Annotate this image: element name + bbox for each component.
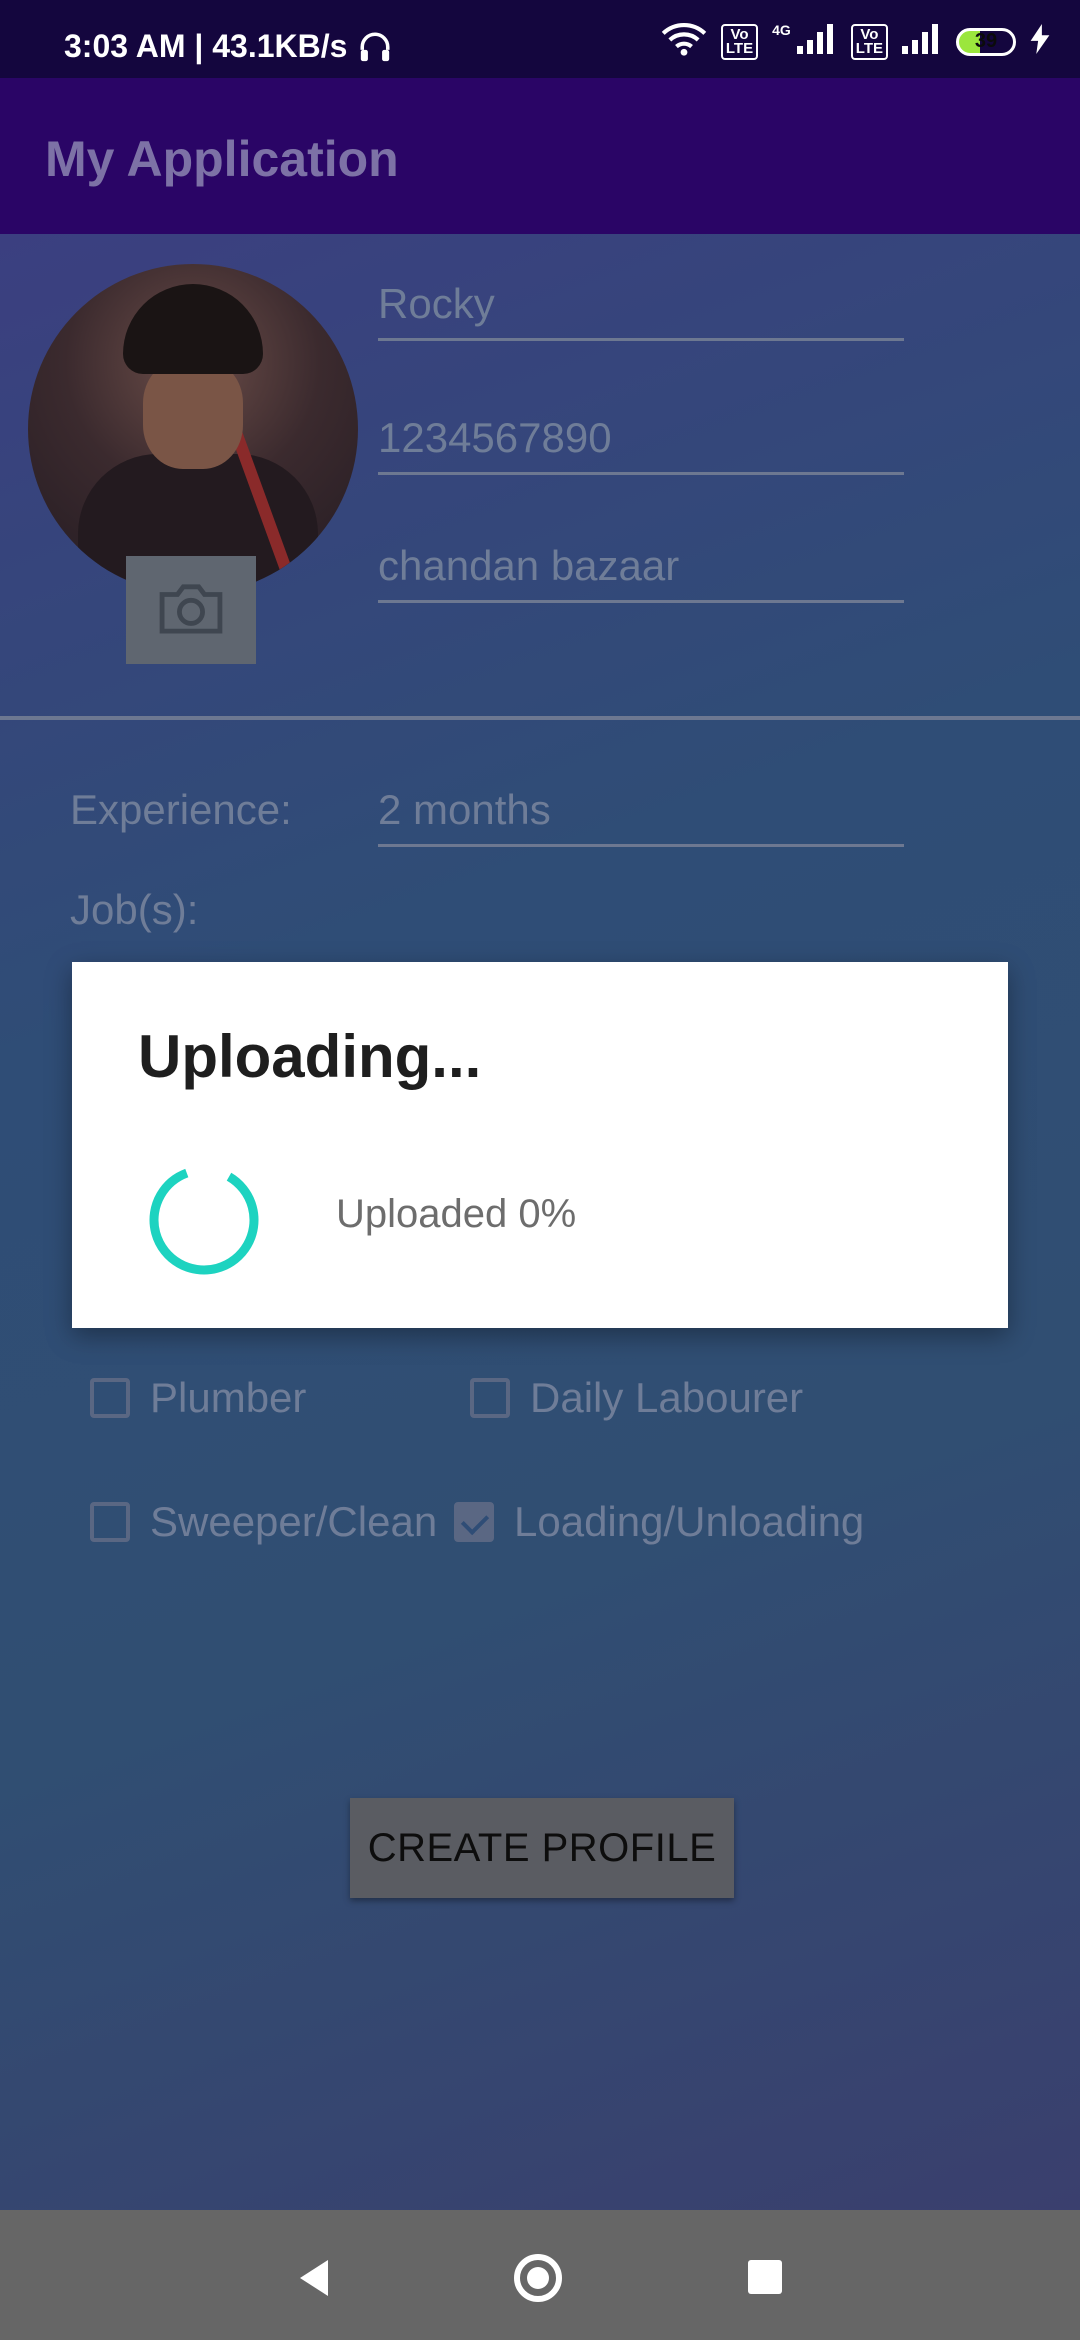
signal-icon-2	[902, 24, 942, 59]
job-label: Daily Labourer	[530, 1374, 804, 1421]
experience-label: Experience:	[70, 786, 292, 833]
system-nav-bar	[0, 2210, 1080, 2340]
jobs-label: Job(s):	[70, 886, 199, 933]
checkbox-checked-icon[interactable]	[454, 1502, 494, 1542]
address-field[interactable]: chandan bazaar	[378, 542, 904, 603]
network-type-label: 4G	[772, 22, 791, 38]
section-divider	[0, 716, 1080, 720]
back-icon[interactable]	[296, 2258, 332, 2303]
checkbox-icon[interactable]	[90, 1502, 130, 1542]
job-checkbox-loading-unloading[interactable]: Loading/Unloading	[454, 1498, 864, 1546]
job-checkbox-daily-labourer[interactable]: Daily Labourer	[470, 1374, 803, 1422]
job-label: Sweeper/Clean	[150, 1498, 438, 1545]
signal-icon-1	[796, 24, 837, 59]
app-bar: My Application	[0, 78, 1080, 234]
phone-field[interactable]: 1234567890	[378, 414, 904, 475]
change-photo-button[interactable]	[126, 556, 256, 664]
job-label: Loading/Unloading	[514, 1498, 865, 1545]
dialog-title: Uploading...	[138, 1023, 482, 1090]
headphones-icon	[358, 30, 392, 69]
status-icons: Vo LTE 4G Vo LTE 39	[661, 22, 1050, 61]
status-bar: 3:03 AM | 43.1KB/s Vo LTE 4G Vo LTE 39	[0, 0, 1080, 78]
job-label: Plumber	[150, 1374, 307, 1421]
volte-badge-1: Vo LTE	[720, 23, 759, 60]
create-profile-button[interactable]: CREATE PROFILE	[350, 1798, 734, 1898]
home-icon[interactable]	[514, 2254, 562, 2302]
battery-indicator: 39	[956, 27, 1016, 56]
experience-field[interactable]: 2 months	[378, 786, 904, 847]
name-field[interactable]: Rocky	[378, 280, 904, 341]
charging-bolt-icon	[1030, 24, 1050, 59]
profile-avatar[interactable]	[28, 264, 358, 594]
progress-spinner-icon	[146, 1162, 262, 1278]
dialog-message: Uploaded 0%	[336, 1192, 577, 1236]
camera-icon	[156, 581, 226, 640]
app-title: My Application	[45, 131, 399, 187]
status-time: 3:03 AM | 43.1KB/s	[64, 28, 348, 64]
checkbox-icon[interactable]	[90, 1378, 130, 1418]
wifi-icon	[661, 22, 707, 61]
job-checkbox-sweeper[interactable]: Sweeper/Clean	[90, 1498, 437, 1546]
recent-apps-icon[interactable]	[748, 2260, 782, 2294]
checkbox-icon[interactable]	[470, 1378, 510, 1418]
job-checkbox-plumber[interactable]: Plumber	[90, 1374, 306, 1422]
volte-badge-2: Vo LTE	[850, 23, 888, 60]
upload-progress-dialog: Uploading... Uploaded 0%	[72, 962, 1008, 1328]
